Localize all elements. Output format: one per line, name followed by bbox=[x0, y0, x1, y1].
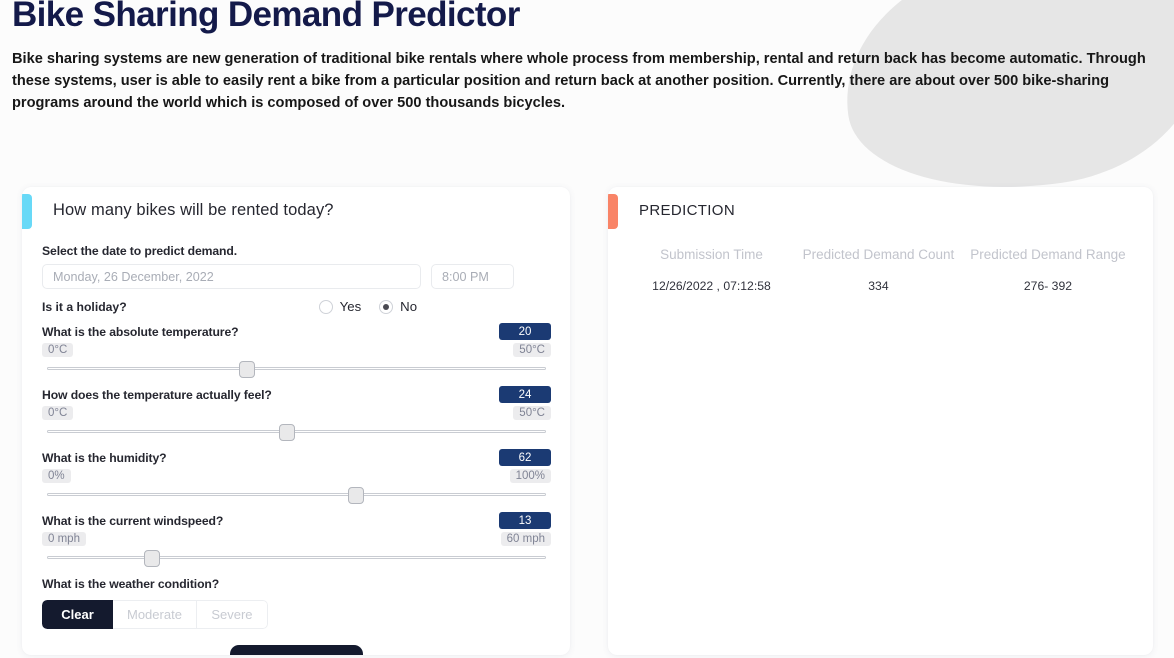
slider-bounds: 0°C 50°C bbox=[42, 406, 551, 420]
coral-accent-bar bbox=[608, 193, 618, 229]
slider-bounds: 0°C 50°C bbox=[42, 343, 551, 357]
slider-max-label: 50°C bbox=[513, 406, 551, 420]
weather-option-severe[interactable]: Severe bbox=[196, 600, 268, 629]
holiday-row: Is it a holiday? Yes No bbox=[42, 299, 551, 314]
cell-submission-time: 12/26/2022 , 07:12:58 bbox=[652, 278, 771, 293]
prediction-table-head: Submission Time Predicted Demand Count P… bbox=[628, 247, 1134, 276]
slider-track-wrap[interactable] bbox=[42, 548, 551, 567]
cell-demand-range: 276- 392 bbox=[1023, 278, 1073, 293]
date-input[interactable]: Monday, 26 December, 2022 bbox=[42, 264, 421, 289]
slider-max-label: 50°C bbox=[513, 343, 551, 357]
time-input[interactable]: 8:00 PM bbox=[431, 264, 514, 289]
slider-max-label: 60 mph bbox=[500, 532, 551, 546]
table-header-row: Submission Time Predicted Demand Count P… bbox=[628, 247, 1134, 276]
column-header-demand-count: Predicted Demand Count bbox=[802, 247, 955, 262]
weather-option-moderate[interactable]: Moderate bbox=[113, 600, 197, 629]
radio-selected-icon bbox=[379, 299, 394, 314]
input-form-card: How many bikes will be rented today? Sel… bbox=[22, 187, 570, 655]
prediction-card-title: PREDICTION bbox=[639, 201, 736, 219]
slider-track-wrap[interactable] bbox=[42, 485, 551, 504]
slider-feels-like-temperature: How does the temperature actually feel? … bbox=[42, 386, 551, 441]
slider-question: What is the absolute temperature? bbox=[42, 325, 239, 339]
slider-track-wrap[interactable] bbox=[42, 359, 551, 378]
holiday-radio-no[interactable]: No bbox=[379, 299, 417, 314]
slider-humidity: What is the humidity? 62 0% 100% bbox=[42, 449, 551, 504]
weather-condition-label: What is the weather condition? bbox=[42, 577, 220, 591]
form-card-title: How many bikes will be rented today? bbox=[53, 200, 334, 219]
date-field-label: Select the date to predict demand. bbox=[42, 244, 238, 258]
slider-bounds: 0% 100% bbox=[42, 469, 551, 483]
weather-condition-group: Clear Moderate Severe bbox=[42, 600, 268, 629]
cards-region: How many bikes will be rented today? Sel… bbox=[0, 187, 1174, 657]
prediction-card-body: Submission Time Predicted Demand Count P… bbox=[608, 247, 1153, 293]
weather-option-clear[interactable]: Clear bbox=[42, 600, 113, 629]
form-card-body: Select the date to predict demand. Monda… bbox=[22, 244, 570, 629]
slider-thumb[interactable] bbox=[143, 550, 160, 567]
prediction-table: Submission Time Predicted Demand Count P… bbox=[628, 247, 1134, 293]
cell-demand-count: 334 bbox=[868, 278, 889, 293]
predict-demand-button[interactable]: Predict Demand bbox=[229, 645, 363, 655]
slider-windspeed: What is the current windspeed? 13 0 mph … bbox=[42, 512, 551, 567]
slider-min-label: 0°C bbox=[42, 343, 74, 357]
slider-header: What is the absolute temperature? 20 bbox=[42, 323, 551, 340]
holiday-label: Is it a holiday? bbox=[42, 299, 127, 314]
slider-min-label: 0 mph bbox=[42, 532, 86, 546]
column-header-submission-time: Submission Time bbox=[660, 247, 763, 262]
slider-track bbox=[47, 556, 546, 559]
cyan-accent-bar bbox=[22, 193, 32, 229]
slider-max-label: 100% bbox=[509, 469, 551, 483]
holiday-no-label: No bbox=[400, 299, 418, 314]
holiday-yes-label: Yes bbox=[339, 299, 362, 314]
slider-track-wrap[interactable] bbox=[42, 422, 551, 441]
slider-thumb[interactable] bbox=[348, 487, 365, 504]
column-header-demand-range: Predicted Demand Range bbox=[970, 247, 1126, 262]
slider-question: How does the temperature actually feel? bbox=[42, 388, 272, 402]
slider-thumb[interactable] bbox=[238, 361, 255, 378]
slider-question: What is the current windspeed? bbox=[42, 514, 224, 528]
slider-track bbox=[47, 367, 546, 370]
date-time-row: Monday, 26 December, 2022 8:00 PM bbox=[42, 264, 551, 289]
slider-track bbox=[47, 493, 546, 496]
slider-value-badge: 24 bbox=[499, 386, 551, 403]
slider-value-badge: 13 bbox=[499, 512, 551, 529]
prediction-table-body: 12/26/2022 , 07:12:58 334 276- 392 bbox=[628, 276, 1134, 293]
intro-paragraph: Bike sharing systems are new generation … bbox=[12, 50, 1146, 112]
form-card-header: How many bikes will be rented today? bbox=[22, 187, 570, 233]
radio-circle-icon bbox=[318, 299, 333, 314]
slider-absolute-temperature: What is the absolute temperature? 20 0°C… bbox=[42, 323, 551, 378]
prediction-card-header: PREDICTION bbox=[608, 187, 1153, 233]
slider-header: How does the temperature actually feel? … bbox=[42, 386, 551, 403]
page-title: Bike Sharing Demand Predictor bbox=[12, 0, 520, 34]
slider-value-badge: 62 bbox=[499, 449, 551, 466]
holiday-radio-group: Yes No bbox=[318, 299, 417, 314]
slider-header: What is the humidity? 62 bbox=[42, 449, 551, 466]
slider-question: What is the humidity? bbox=[42, 451, 167, 465]
slider-bounds: 0 mph 60 mph bbox=[42, 532, 551, 546]
page-content: Bike Sharing Demand Predictor Bike shari… bbox=[0, 0, 1174, 115]
submit-row: Predict Demand bbox=[22, 645, 570, 655]
holiday-radio-yes[interactable]: Yes bbox=[318, 299, 362, 314]
table-row: 12/26/2022 , 07:12:58 334 276- 392 bbox=[628, 276, 1134, 293]
slider-header: What is the current windspeed? 13 bbox=[42, 512, 551, 529]
slider-min-label: 0% bbox=[42, 469, 71, 483]
slider-min-label: 0°C bbox=[42, 406, 74, 420]
slider-thumb[interactable] bbox=[278, 424, 295, 441]
slider-track bbox=[47, 430, 546, 433]
slider-value-badge: 20 bbox=[499, 323, 551, 340]
prediction-card: PREDICTION Submission Time Predicted Dem… bbox=[608, 187, 1153, 655]
